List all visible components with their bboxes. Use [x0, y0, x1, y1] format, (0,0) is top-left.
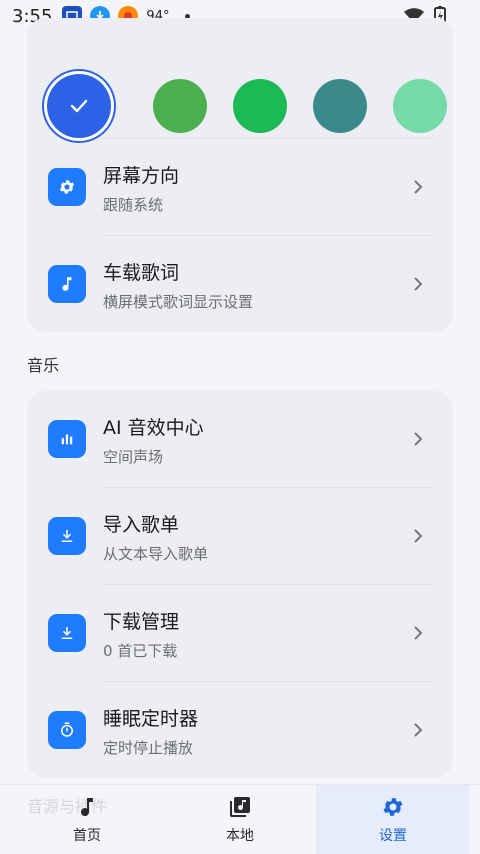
- nav-home[interactable]: 首页: [10, 785, 164, 854]
- setting-download-manager[interactable]: 下载管理 0 首已下载: [27, 585, 453, 681]
- swatch-mint[interactable]: [393, 79, 447, 133]
- swatch-emerald[interactable]: [233, 79, 287, 133]
- setting-title: 下载管理: [103, 611, 180, 633]
- setting-subtitle: 定时停止播放: [103, 739, 194, 757]
- music-note-icon: [81, 798, 93, 817]
- section-header-music: 音乐: [27, 356, 60, 375]
- nav-label: 本地: [226, 828, 254, 844]
- nav-label: 设置: [379, 828, 407, 844]
- chevron-right-icon: [414, 723, 423, 737]
- setting-car-lyrics[interactable]: 车载歌词 横屏模式歌词显示设置: [27, 236, 453, 332]
- music-note-icon: [48, 265, 86, 303]
- gear-icon: [48, 168, 86, 206]
- nav-settings[interactable]: 设置: [316, 785, 470, 854]
- chevron-right-icon: [414, 626, 423, 640]
- setting-title: 睡眠定时器: [103, 708, 199, 730]
- equalizer-icon: [48, 420, 86, 458]
- appearance-card: 屏幕方向 跟随系统 车载歌词 横屏模式歌词显示设置: [27, 18, 453, 332]
- chevron-right-icon: [414, 180, 423, 194]
- gear-icon: [383, 798, 403, 816]
- chevron-right-icon: [414, 529, 423, 543]
- setting-title: 屏幕方向: [103, 165, 180, 187]
- setting-ai-sound-center[interactable]: AI 音效中心 空间声场: [27, 391, 453, 487]
- timer-icon: [48, 711, 86, 749]
- swatch-blue[interactable]: [47, 74, 111, 138]
- setting-subtitle: 从文本导入歌单: [103, 545, 209, 563]
- nav-label: 首页: [73, 828, 101, 844]
- setting-subtitle: 空间声场: [103, 448, 164, 466]
- setting-title: AI 音效中心: [103, 417, 204, 439]
- library-icon: [230, 797, 250, 817]
- download-icon: [48, 614, 86, 652]
- nav-local[interactable]: 本地: [163, 785, 317, 854]
- setting-subtitle: 横屏模式歌词显示设置: [103, 293, 254, 311]
- chevron-right-icon: [414, 432, 423, 446]
- swatch-teal[interactable]: [313, 79, 367, 133]
- setting-import-playlist[interactable]: 导入歌单 从文本导入歌单: [27, 488, 453, 584]
- music-settings-card: AI 音效中心 空间声场 导入歌单 从文本导入歌单 下载管理 0 首已下载 睡眠…: [27, 391, 453, 778]
- chevron-right-icon: [414, 277, 423, 291]
- bottom-navigation: 音源与插件 首页 本地 设置: [0, 784, 480, 854]
- swatch-green[interactable]: [153, 79, 207, 133]
- setting-subtitle: 0 首已下载: [103, 642, 178, 660]
- setting-subtitle: 跟随系统: [103, 196, 164, 214]
- setting-title: 车载歌词: [103, 262, 180, 284]
- setting-screen-orientation[interactable]: 屏幕方向 跟随系统: [27, 139, 453, 235]
- check-icon: [70, 99, 88, 113]
- download-icon: [48, 517, 86, 555]
- setting-sleep-timer[interactable]: 睡眠定时器 定时停止播放: [27, 682, 453, 778]
- setting-title: 导入歌单: [103, 514, 180, 536]
